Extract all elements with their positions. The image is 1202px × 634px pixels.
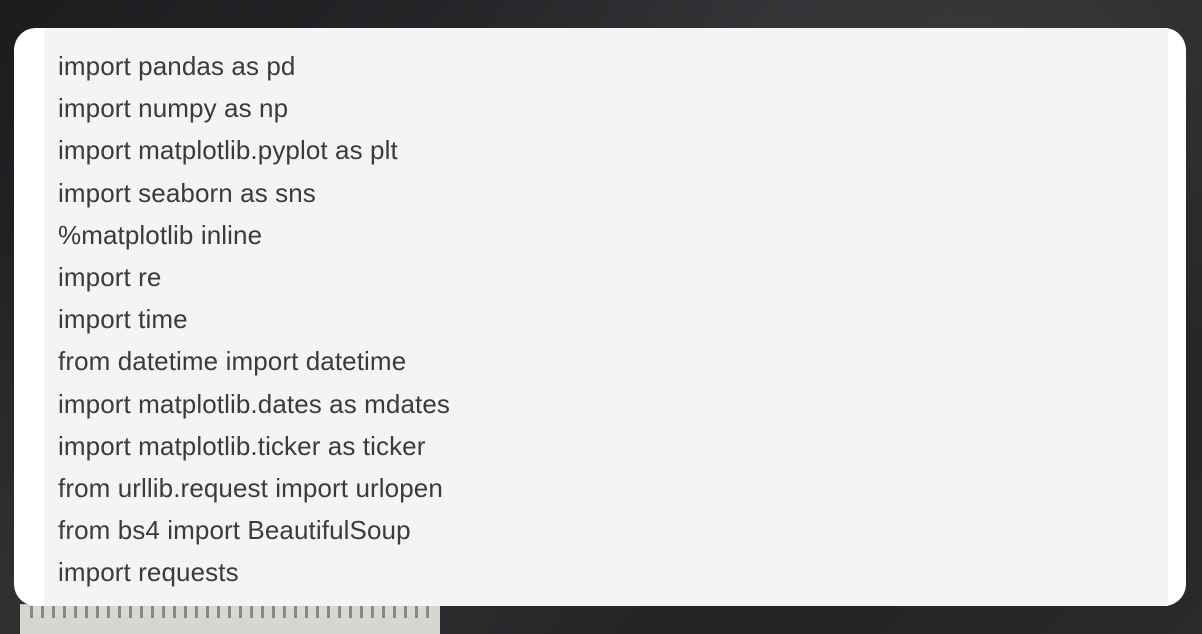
code-line: import numpy as np <box>58 93 289 124</box>
code-line: import matplotlib.dates as mdates <box>58 388 451 419</box>
code-line: %matplotlib inline <box>58 219 263 250</box>
code-block: import pandas as pd import numpy as np i… <box>44 28 1168 606</box>
code-line: import matplotlib.pyplot as plt <box>58 135 398 166</box>
code-line: from bs4 import BeautifulSoup <box>58 515 411 546</box>
code-card: import pandas as pd import numpy as np i… <box>14 28 1186 606</box>
code-line: import pandas as pd <box>58 51 296 81</box>
code-line: import matplotlib.ticker as ticker <box>58 430 426 461</box>
code-line: from urllib.request import urlopen <box>58 472 443 503</box>
code-line: import re <box>58 261 162 292</box>
code-line: import seaborn as sns <box>58 177 316 208</box>
code-line: import requests <box>58 557 239 588</box>
code-line: from datetime import datetime <box>58 346 407 377</box>
notebook-spiral-rings <box>30 606 430 618</box>
code-line: import time <box>58 304 188 335</box>
